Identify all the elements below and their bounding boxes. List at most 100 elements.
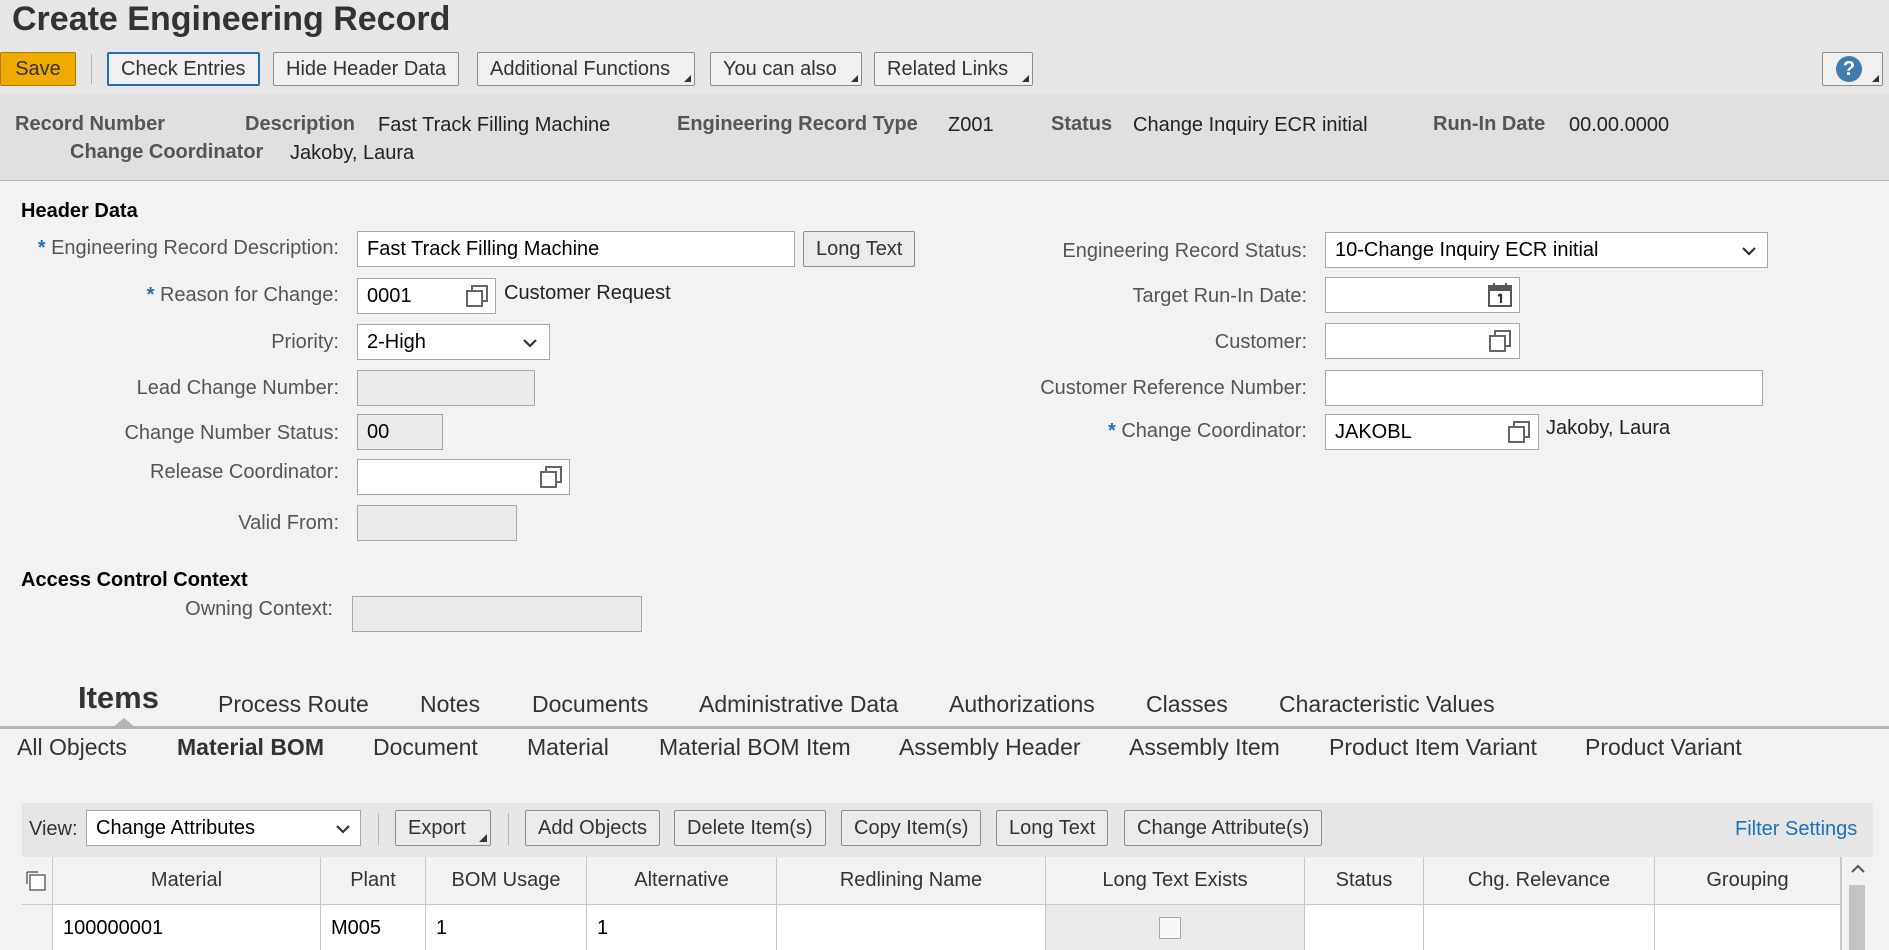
tab-classes[interactable]: Classes <box>1146 691 1228 718</box>
help-icon: ? <box>1836 56 1862 82</box>
chevron-down-icon <box>1742 247 1756 256</box>
record-type-label: Engineering Record Type <box>677 113 918 135</box>
tab-items[interactable]: Items <box>78 680 159 716</box>
change-number-status-label: Change Number Status: <box>124 422 339 444</box>
lead-change-number-label: Lead Change Number: <box>136 377 339 399</box>
change-coordinator-name: Jakoby, Laura <box>1546 417 1671 439</box>
subtab-material-bom-item[interactable]: Material BOM Item <box>659 734 851 761</box>
column-header-material[interactable]: Material <box>53 857 321 905</box>
view-label: View: <box>29 818 78 840</box>
description-value: Fast Track Filling Machine <box>378 114 611 136</box>
run-in-date-label: Run-In Date <box>1433 113 1546 135</box>
cell-material[interactable]: 100000001 <box>53 905 321 950</box>
valid-from-field <box>357 505 517 541</box>
calendar-icon[interactable] <box>1487 282 1513 308</box>
subtab-document[interactable]: Document <box>373 734 478 761</box>
tab-characteristic-values[interactable]: Characteristic Values <box>1279 691 1495 718</box>
record-status-select[interactable]: 10-Change Inquiry ECR initial <box>1325 232 1768 268</box>
subtab-material[interactable]: Material <box>527 734 609 761</box>
delete-items-button[interactable]: Delete Item(s) <box>674 810 826 846</box>
save-button[interactable]: Save <box>0 52 76 86</box>
reason-for-change-text: Customer Request <box>504 282 671 304</box>
long-text-exists-checkbox <box>1159 917 1181 939</box>
tab-documents[interactable]: Documents <box>532 691 648 718</box>
required-marker: * <box>146 284 155 306</box>
cell-status[interactable] <box>1305 905 1424 950</box>
subtab-material-bom[interactable]: Material BOM <box>177 734 324 761</box>
customer-label: Customer: <box>1214 331 1307 353</box>
status-value: Change Inquiry ECR initial <box>1133 114 1368 136</box>
chevron-up-icon[interactable] <box>1850 863 1866 875</box>
column-header-status[interactable]: Status <box>1305 857 1424 905</box>
help-button[interactable]: ? <box>1822 52 1883 86</box>
scrollbar-thumb[interactable] <box>1849 885 1865 950</box>
hide-header-data-button[interactable]: Hide Header Data <box>273 52 460 86</box>
description-label: Description <box>245 113 356 135</box>
long-text-table-button[interactable]: Long Text <box>996 810 1109 846</box>
value-help-icon[interactable] <box>1487 328 1513 354</box>
select-all-header[interactable] <box>22 857 53 905</box>
copy-items-button[interactable]: Copy Item(s) <box>841 810 982 846</box>
check-entries-button[interactable]: Check Entries <box>107 52 260 86</box>
cell-chg-relevance[interactable] <box>1424 905 1655 950</box>
column-header-bom-usage[interactable]: BOM Usage <box>426 857 587 905</box>
tab-underline <box>0 726 1889 729</box>
subtab-all-objects[interactable]: All Objects <box>17 734 127 761</box>
header-data-title: Header Data <box>21 200 138 222</box>
customer-reference-number-input[interactable] <box>1325 370 1763 406</box>
subtab-product-variant[interactable]: Product Variant <box>1585 734 1742 761</box>
tab-process-route[interactable]: Process Route <box>218 691 369 718</box>
record-number-label: Record Number <box>15 113 166 135</box>
run-in-date-value: 00.00.0000 <box>1569 114 1670 136</box>
description-field-label: * Engineering Record Description: <box>22 237 339 260</box>
required-marker: * <box>1107 420 1116 442</box>
access-control-title: Access Control Context <box>21 569 248 591</box>
filter-settings-link[interactable]: Filter Settings <box>1735 818 1857 841</box>
row-selector[interactable] <box>22 905 53 950</box>
change-coordinator-input-value: JAKOBL <box>1335 421 1412 443</box>
related-links-menu[interactable]: Related Links <box>874 52 1034 86</box>
subtab-assembly-item[interactable]: Assembly Item <box>1129 734 1280 761</box>
record-type-value: Z001 <box>948 114 994 136</box>
page-title: Create Engineering Record <box>12 0 451 38</box>
long-text-button[interactable]: Long Text <box>803 231 916 267</box>
tab-notes[interactable]: Notes <box>420 691 480 718</box>
record-summary <box>0 95 1889 181</box>
valid-from-label: Valid From: <box>238 512 339 534</box>
value-help-icon[interactable] <box>538 464 564 490</box>
subtab-product-item-variant[interactable]: Product Item Variant <box>1329 734 1537 761</box>
subtab-assembly-header[interactable]: Assembly Header <box>899 734 1081 761</box>
column-header-alternative[interactable]: Alternative <box>587 857 777 905</box>
column-header-redlining-name[interactable]: Redlining Name <box>777 857 1046 905</box>
export-menu[interactable]: Export <box>395 810 491 846</box>
value-help-icon[interactable] <box>1506 419 1532 445</box>
change-coordinator-field-label: * Change Coordinator: <box>940 420 1307 443</box>
value-help-icon[interactable] <box>464 283 490 309</box>
add-objects-button[interactable]: Add Objects <box>525 810 660 846</box>
cell-grouping[interactable] <box>1655 905 1841 950</box>
change-attributes-button[interactable]: Change Attribute(s) <box>1124 810 1323 846</box>
required-marker: * <box>37 237 46 259</box>
column-header-chg-relevance[interactable]: Chg. Relevance <box>1424 857 1655 905</box>
cell-plant[interactable]: M005 <box>321 905 426 950</box>
tab-administrative-data[interactable]: Administrative Data <box>699 691 898 718</box>
column-header-grouping[interactable]: Grouping <box>1655 857 1841 905</box>
tab-authorizations[interactable]: Authorizations <box>949 691 1095 718</box>
record-status-label: Engineering Record Status: <box>1062 240 1307 262</box>
column-header-long-text-exists[interactable]: Long Text Exists <box>1046 857 1305 905</box>
chevron-down-icon <box>336 825 350 834</box>
table-scrollbar[interactable] <box>1841 857 1873 950</box>
reason-for-change-value: 0001 <box>367 285 412 307</box>
view-select[interactable]: Change Attributes <box>86 810 361 846</box>
change-coordinator-value: Jakoby, Laura <box>290 142 415 164</box>
owning-context-field <box>352 596 642 632</box>
toolbar-divider <box>91 54 92 84</box>
release-coordinator-label: Release Coordinator: <box>150 461 339 483</box>
cell-bom-usage[interactable]: 1 <box>426 905 587 950</box>
record-description-input[interactable]: Fast Track Filling Machine <box>357 231 795 267</box>
cell-redlining-name[interactable] <box>777 905 1046 950</box>
additional-functions-menu[interactable]: Additional Functions <box>477 52 696 86</box>
column-header-plant[interactable]: Plant <box>321 857 426 905</box>
cell-alternative[interactable]: 1 <box>587 905 777 950</box>
you-can-also-menu[interactable]: You can also <box>710 52 862 86</box>
